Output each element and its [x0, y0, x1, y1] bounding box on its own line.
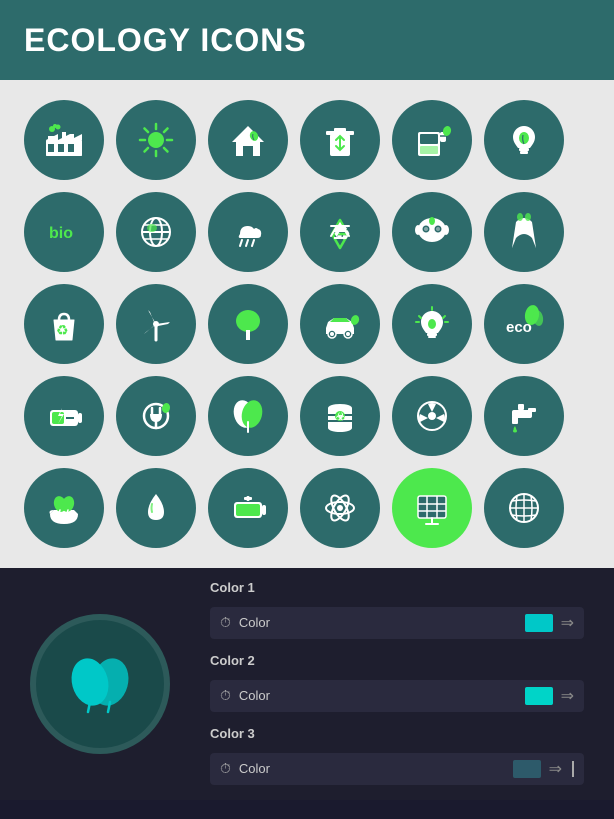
cloud-rain-icon[interactable]	[208, 192, 288, 272]
bottom-panel: Color 1 ⏱ Color ⇒ Color 2 ⏱ Color ⇒ Colo…	[0, 568, 614, 800]
lightbulb-icon[interactable]	[484, 100, 564, 180]
svg-text:♻: ♻	[56, 322, 69, 338]
world-grid-icon[interactable]	[484, 468, 564, 548]
color-controls: Color 1 ⏱ Color ⇒ Color 2 ⏱ Color ⇒ Colo…	[210, 580, 584, 789]
color3-swatch[interactable]	[513, 760, 541, 778]
solar-panel-icon[interactable]	[392, 468, 472, 548]
color1-arrow-icon[interactable]: ⇒	[561, 613, 574, 633]
color1-row-label: Color	[239, 615, 517, 630]
color2-arrow-icon[interactable]: ⇒	[561, 686, 574, 706]
icon-row-3: ♻	[24, 284, 590, 364]
battery-icon[interactable]	[24, 376, 104, 456]
sun-energy-icon[interactable]	[116, 100, 196, 180]
color3-row-label: Color	[239, 761, 505, 776]
icon-row-1	[24, 100, 590, 180]
color1-row[interactable]: ⏱ Color ⇒	[210, 607, 584, 639]
power-plug-icon[interactable]	[116, 376, 196, 456]
icons-area: bio	[0, 80, 614, 568]
atom-icon[interactable]	[300, 468, 380, 548]
color2-label: Color 2	[210, 653, 584, 668]
color3-row[interactable]: ⏱ Color ⇒	[210, 753, 584, 785]
icon-row-2: bio	[24, 192, 590, 272]
svg-text:eco: eco	[506, 319, 532, 336]
eco-house-icon[interactable]	[208, 100, 288, 180]
globe-icon[interactable]	[116, 192, 196, 272]
header: ECOLOGY ICONS	[0, 0, 614, 80]
nuclear-power-icon[interactable]	[484, 192, 564, 272]
recycle-bin-icon[interactable]	[300, 100, 380, 180]
recycle-arrows-icon[interactable]: ♻	[300, 192, 380, 272]
battery-full-icon[interactable]	[208, 468, 288, 548]
color2-row-label: Color	[239, 688, 517, 703]
gas-station-icon[interactable]	[392, 100, 472, 180]
faucet-icon[interactable]	[484, 376, 564, 456]
barrel-icon[interactable]: ☣	[300, 376, 380, 456]
page-title: ECOLOGY ICONS	[24, 22, 307, 59]
color3-label: Color 3	[210, 726, 584, 741]
svg-text:♻: ♻	[333, 223, 351, 245]
icon-row-4: ☣	[24, 376, 590, 456]
color2-row[interactable]: ⏱ Color ⇒	[210, 680, 584, 712]
color3-arrow-icon[interactable]: ⇒	[549, 759, 562, 779]
factory-icon[interactable]	[24, 100, 104, 180]
bio-icon[interactable]: bio	[24, 192, 104, 272]
color2-swatch[interactable]	[525, 687, 553, 705]
eco-text-icon[interactable]: eco	[484, 284, 564, 364]
icon-row-5	[24, 468, 590, 548]
eco-car-icon[interactable]	[300, 284, 380, 364]
color1-swatch[interactable]	[525, 614, 553, 632]
radiation-icon[interactable]	[392, 376, 472, 456]
color2-timer-icon: ⏱	[220, 687, 231, 704]
svg-text:bio: bio	[49, 225, 73, 242]
cursor	[572, 761, 574, 777]
color3-timer-icon: ⏱	[220, 760, 231, 777]
color1-label: Color 1	[210, 580, 584, 595]
water-drop-icon[interactable]	[116, 468, 196, 548]
tree-icon[interactable]	[208, 284, 288, 364]
svg-text:☣: ☣	[336, 412, 345, 423]
eco-bulb-sparkle-icon[interactable]	[392, 284, 472, 364]
preview-circle	[30, 614, 170, 754]
leaf-duo-icon[interactable]	[208, 376, 288, 456]
wind-turbine-icon[interactable]	[116, 284, 196, 364]
color1-timer-icon: ⏱	[220, 614, 231, 631]
gas-mask-icon[interactable]	[392, 192, 472, 272]
shopping-bag-recycle-icon[interactable]: ♻	[24, 284, 104, 364]
hand-leaves-icon[interactable]	[24, 468, 104, 548]
